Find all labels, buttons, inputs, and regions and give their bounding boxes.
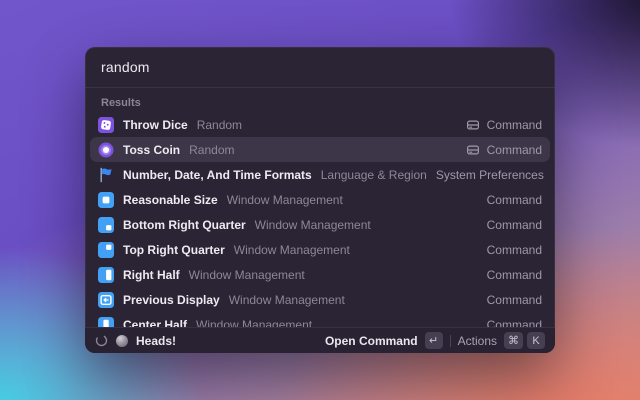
accessory-label: Command [487, 268, 542, 282]
results-section-label: Results [85, 88, 555, 112]
accessory-label: Command [487, 243, 542, 257]
command-drive-icon [466, 118, 480, 132]
result-title: Right Half [123, 268, 180, 282]
result-accessory: Command [487, 268, 542, 282]
actions-menu-button[interactable]: Actions [458, 334, 497, 348]
result-accessory: System Preferences [436, 168, 544, 182]
result-accessory: Command [487, 193, 542, 207]
status-bar-divider [450, 335, 451, 347]
dice-icon [98, 117, 114, 133]
result-row-previous-display[interactable]: Previous Display Window Management Command [90, 287, 550, 312]
search-bar[interactable]: random [85, 47, 555, 88]
result-title: Top Right Quarter [123, 243, 225, 257]
result-row-reasonable-size[interactable]: Reasonable Size Window Management Command [90, 187, 550, 212]
accessory-label: Command [487, 143, 542, 157]
result-title: Reasonable Size [123, 193, 218, 207]
wm-top-right-icon [98, 242, 114, 258]
result-subtitle: Language & Region [321, 168, 427, 182]
result-accessory: Command [487, 243, 542, 257]
result-row-toss-coin[interactable]: Toss Coin Random Command [90, 137, 550, 162]
result-accessory: Command [487, 218, 542, 232]
desktop-background: random Results Throw DiceRandomCommandTo… [0, 0, 640, 400]
return-key-badge[interactable]: ↵ [425, 332, 443, 349]
wm-prev-display-icon [98, 292, 114, 308]
result-subtitle: Random [197, 118, 242, 132]
result-title: Toss Coin [123, 143, 180, 157]
results-list: Throw DiceRandomCommandToss CoinRandomCo… [85, 112, 555, 337]
result-row-bottom-right-quarter[interactable]: Bottom Right Quarter Window Management Com… [90, 212, 550, 237]
result-accessory: Command [466, 143, 542, 157]
accessory-label: Command [487, 118, 542, 132]
flag-icon [98, 167, 114, 183]
actions-shortcut-keys: ⌘K [504, 332, 545, 349]
raycast-window: random Results Throw DiceRandomCommandTo… [85, 47, 555, 353]
result-title: Bottom Right Quarter [123, 218, 246, 232]
accessory-label: System Preferences [436, 168, 544, 182]
result-subtitle: Random [189, 143, 234, 157]
wm-right-half-icon [98, 267, 114, 283]
result-row-throw-dice[interactable]: Throw Dice Random Command [90, 112, 550, 137]
open-command-action[interactable]: Open Command [325, 334, 418, 348]
accessory-label: Command [487, 218, 542, 232]
coin-icon [98, 142, 114, 158]
result-subtitle: Window Management [227, 193, 343, 207]
result-row-top-right-quarter[interactable]: Top Right Quarter Window Management Comman… [90, 237, 550, 262]
result-row-right-half[interactable]: Right Half Window Management Command [90, 262, 550, 287]
spinner-icon [95, 334, 108, 347]
accessory-label: Command [487, 293, 542, 307]
result-subtitle: Window Management [234, 243, 350, 257]
command-drive-icon [466, 143, 480, 157]
result-row-number-date-and-time-formats[interactable]: Number, Date, And Time Formats Language &… [90, 162, 550, 187]
key-badge[interactable]: K [527, 332, 545, 349]
result-accessory: Command [487, 293, 542, 307]
wm-bottom-right-icon [98, 217, 114, 233]
result-title: Number, Date, And Time Formats [123, 168, 312, 182]
result-subtitle: Window Management [189, 268, 305, 282]
wm-center-icon [98, 192, 114, 208]
result-accessory: Command [466, 118, 542, 132]
result-title: Throw Dice [123, 118, 188, 132]
accessory-label: Command [487, 193, 542, 207]
coin-result-icon [116, 335, 128, 347]
result-subtitle: Window Management [255, 218, 371, 232]
search-input[interactable]: random [101, 59, 150, 75]
result-subtitle: Window Management [229, 293, 345, 307]
key-badge[interactable]: ⌘ [504, 332, 523, 349]
toss-result-text: Heads! [136, 334, 176, 348]
status-bar: Heads! Open Command ↵ Actions ⌘K [85, 327, 555, 353]
result-title: Previous Display [123, 293, 220, 307]
